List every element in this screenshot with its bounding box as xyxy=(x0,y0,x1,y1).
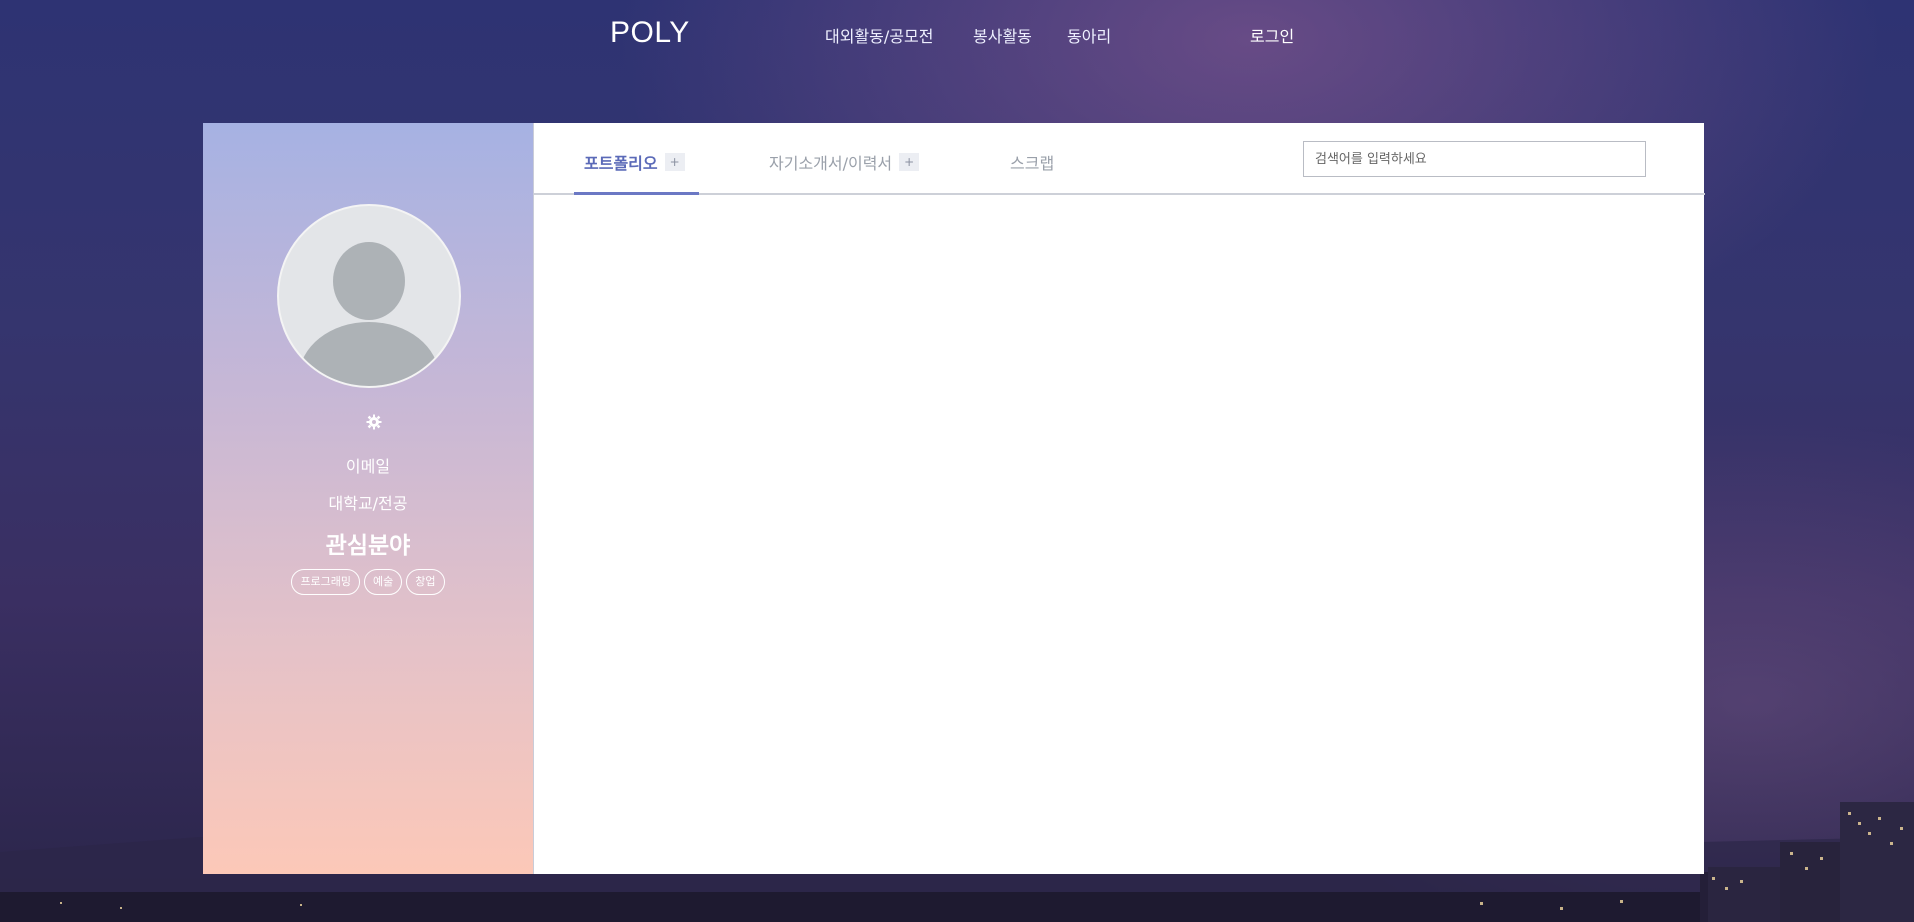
interest-tag[interactable]: 창업 xyxy=(406,569,445,595)
tab-bar: 포트폴리오 + 자기소개서/이력서 + 스크랩 xyxy=(534,123,1705,195)
add-portfolio-button[interactable]: + xyxy=(664,153,685,171)
avatar-body xyxy=(299,322,439,386)
interest-tags: 프로그래밍 예술 창업 xyxy=(203,569,533,595)
tab-portfolio[interactable]: 포트폴리오 + xyxy=(584,150,685,174)
profile-school: 대학교/전공 xyxy=(328,494,408,513)
interest-tag[interactable]: 프로그래밍 xyxy=(291,569,361,595)
avatar-head xyxy=(333,242,405,320)
nav-item-activities[interactable]: 대외활동/공모전 xyxy=(825,23,933,47)
tab-portfolio-label: 포트폴리오 xyxy=(584,154,658,173)
profile-card: 이메일 대학교/전공 관심분야 프로그래밍 예술 창업 포트폴리오 + 자기소개… xyxy=(203,123,1705,874)
login-link[interactable]: 로그인 xyxy=(1250,23,1294,47)
tab-scrap-label: 스크랩 xyxy=(1010,154,1055,173)
tab-scrap[interactable]: 스크랩 xyxy=(1010,150,1054,174)
main-content: 포트폴리오 + 자기소개서/이력서 + 스크랩 xyxy=(533,123,1705,874)
nav-item-volunteer[interactable]: 봉사활동 xyxy=(973,23,1032,47)
tab-resume-label: 자기소개서/이력서 xyxy=(769,154,893,173)
search-input[interactable] xyxy=(1303,141,1646,177)
interest-tag[interactable]: 예술 xyxy=(364,569,403,595)
profile-email: 이메일 xyxy=(345,457,391,476)
active-tab-indicator xyxy=(574,192,699,195)
user-avatar-icon[interactable] xyxy=(277,204,461,388)
tab-resume[interactable]: 자기소개서/이력서 + xyxy=(769,150,920,174)
logo[interactable]: POLY xyxy=(610,16,690,50)
nav-item-clubs[interactable]: 동아리 xyxy=(1067,23,1111,47)
interest-title: 관심분야 xyxy=(325,533,411,559)
gear-icon[interactable] xyxy=(363,411,385,433)
profile-sidebar: 이메일 대학교/전공 관심분야 프로그래밍 예술 창업 xyxy=(203,123,533,874)
add-resume-button[interactable]: + xyxy=(899,153,920,171)
top-navigation: POLY 대외활동/공모전 봉사활동 동아리 로그인 xyxy=(0,0,1914,70)
